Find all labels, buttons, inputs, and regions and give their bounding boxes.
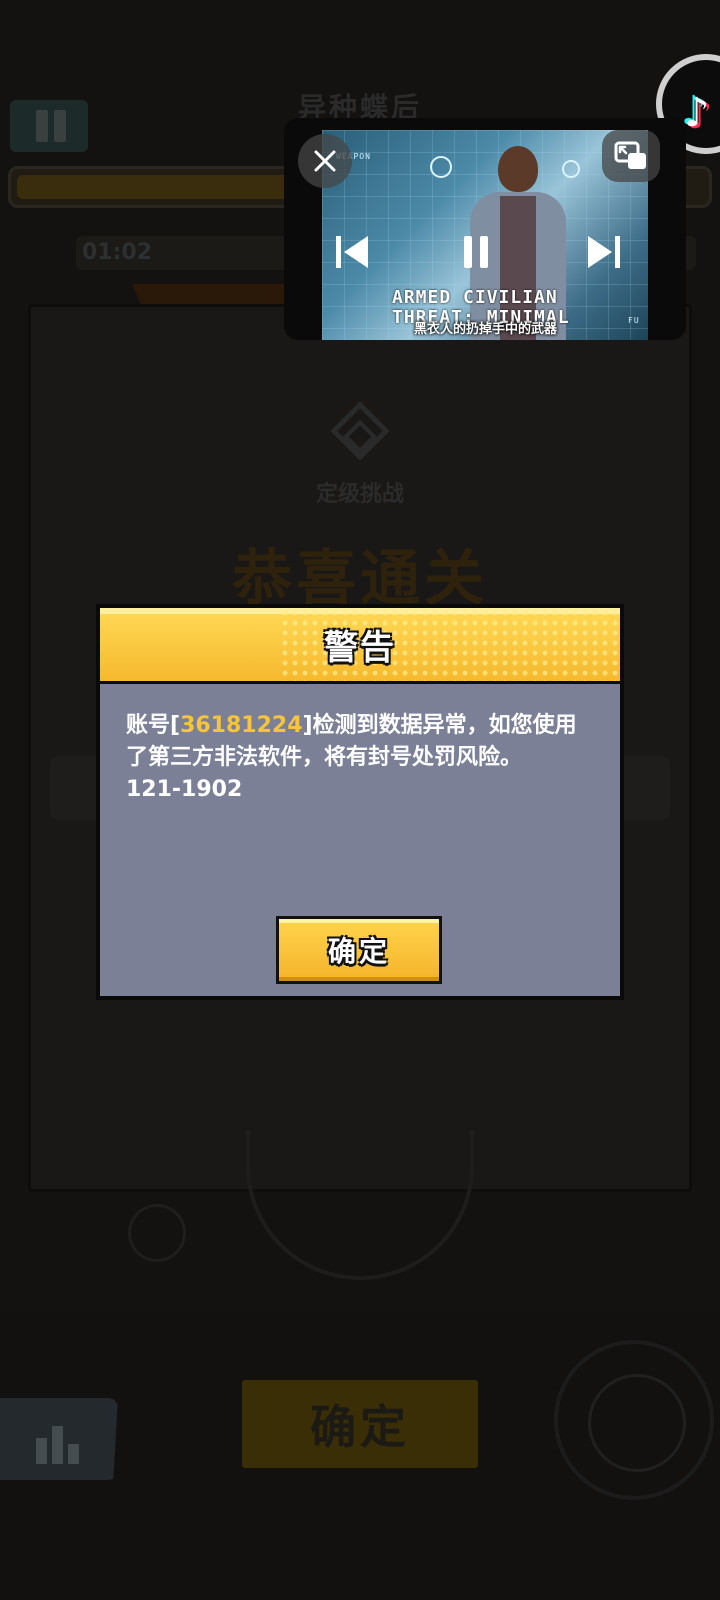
tiktok-icon: ♪ (684, 90, 710, 136)
pip-previous-button[interactable] (330, 230, 374, 274)
hud-fu-label: FU (628, 316, 640, 325)
previous-icon (336, 236, 368, 268)
dialog-title: 警告 (324, 628, 396, 668)
dialog-header: 警告 (100, 608, 620, 684)
yin-yang-icon[interactable] (554, 1340, 714, 1500)
error-code: 121-1902 (126, 777, 243, 802)
boss-health-fill (17, 175, 317, 199)
pip-player[interactable]: WEAPON FU ARMED CIVILIAN THREAT: MINIMAL… (284, 118, 686, 340)
decorative-circle (246, 1130, 474, 1280)
message-prefix: 账号[ (126, 713, 181, 738)
pip-close-button[interactable] (298, 134, 352, 188)
pip-next-button[interactable] (582, 230, 626, 274)
overlay-line-1: ARMED CIVILIAN (392, 287, 558, 308)
confirm-button[interactable]: 确定 (276, 916, 442, 984)
bar-chart-icon (36, 1424, 82, 1464)
account-id: 36181224 (180, 713, 303, 738)
video-subtitle: 黑衣人的扔掉手中的武器 (414, 322, 558, 337)
pause-button[interactable] (10, 100, 88, 152)
decorative-ring (128, 1204, 186, 1262)
next-icon (588, 236, 620, 268)
game-confirm-button[interactable]: 确定 (242, 1380, 478, 1468)
close-icon (314, 150, 336, 172)
dialog-message: 账号[36181224]检测到数据异常，如您使用了第三方非法软件，将有封号处罚风… (126, 710, 596, 806)
pip-pause-button[interactable] (454, 230, 498, 274)
target-reticle-icon (430, 156, 452, 178)
warning-dialog: 警告 账号[36181224]检测到数据异常，如您使用了第三方非法软件，将有封号… (96, 604, 624, 1000)
challenge-label: 定级挑战 (315, 482, 404, 507)
pip-expand-button[interactable] (602, 130, 660, 182)
expand-icon (614, 141, 646, 169)
timer-text: 01:02 (82, 240, 153, 265)
pause-icon (464, 236, 488, 268)
